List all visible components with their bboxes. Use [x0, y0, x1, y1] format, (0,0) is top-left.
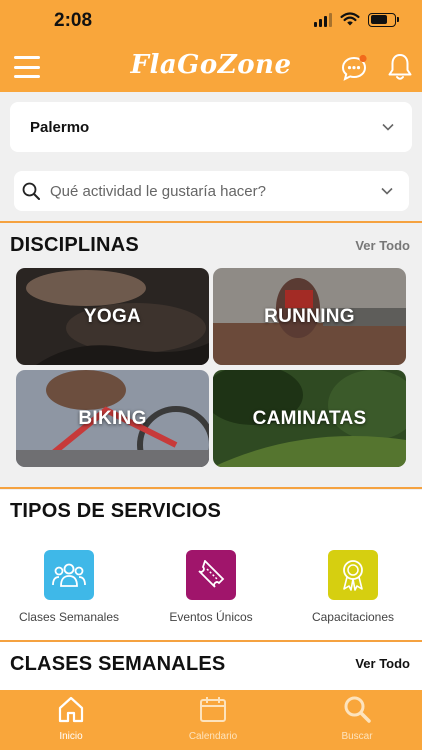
service-label: Clases Semanales [18, 610, 120, 624]
award-icon [328, 550, 378, 600]
wifi-icon [340, 12, 360, 26]
clases-title: CLASES SEMANALES [10, 653, 226, 675]
section-divider [0, 487, 422, 489]
discipline-card-biking[interactable]: BIKING [16, 370, 209, 467]
chat-icon[interactable] [340, 54, 368, 82]
clases-semanales-section: CLASES SEMANALES Ver Todo [0, 642, 422, 692]
disciplinas-title: DISCIPLINAS [10, 234, 139, 256]
search-icon [344, 696, 371, 723]
tab-calendario[interactable]: Calendario [168, 694, 258, 742]
status-icons [314, 12, 399, 27]
service-label: Capacitaciones [311, 610, 395, 624]
discipline-label: CAMINATAS [252, 407, 367, 429]
discipline-card-running[interactable]: RUNNING [213, 268, 406, 365]
notifications-bell-icon[interactable] [386, 52, 414, 82]
service-capacitaciones[interactable]: Capacitaciones [283, 550, 422, 624]
discipline-label: BIKING [78, 407, 147, 429]
location-select[interactable]: Palermo [10, 102, 412, 152]
servicios-title: TIPOS DE SERVICIOS [10, 500, 222, 522]
location-value: Palermo [30, 118, 90, 136]
discipline-label: RUNNING [264, 305, 355, 327]
chevron-down-icon [382, 123, 394, 131]
disciplinas-see-all-link[interactable]: Ver Todo [355, 238, 410, 253]
home-icon [58, 696, 84, 723]
status-time: 2:08 [54, 10, 93, 31]
activity-search-input[interactable] [50, 182, 381, 200]
tab-buscar[interactable]: Buscar [312, 694, 402, 742]
signal-icon [314, 12, 332, 27]
activity-search[interactable] [14, 171, 409, 211]
chevron-down-icon [381, 187, 393, 195]
tab-inicio[interactable]: Inicio [26, 694, 116, 742]
group-icon [44, 550, 94, 600]
battery-icon [368, 12, 399, 27]
search-icon [22, 182, 40, 200]
service-label: Eventos Únicos [169, 610, 253, 624]
bottom-tab-bar: Inicio Calendario Buscar [0, 690, 422, 750]
section-divider [0, 221, 422, 223]
ticket-icon [186, 550, 236, 600]
discipline-card-yoga[interactable]: YOGA [16, 268, 209, 365]
service-eventos-unicos[interactable]: Eventos Únicos [141, 550, 281, 624]
disciplinas-grid: YOGA RUNNING BIKING CAMINATAS [16, 268, 406, 467]
app-header: 2:08 FlaGoZone [0, 0, 422, 92]
services-section: TIPOS DE SERVICIOS Clases Semanales Even… [0, 490, 422, 640]
calendar-icon [200, 697, 226, 722]
tab-label: Buscar [341, 731, 373, 742]
discipline-card-caminatas[interactable]: CAMINATAS [213, 370, 406, 467]
service-clases-semanales[interactable]: Clases Semanales [0, 550, 139, 624]
clases-see-all-link[interactable]: Ver Todo [355, 656, 410, 671]
tab-label: Inicio [59, 731, 83, 742]
tab-label: Calendario [188, 731, 238, 742]
discipline-label: YOGA [83, 305, 142, 327]
